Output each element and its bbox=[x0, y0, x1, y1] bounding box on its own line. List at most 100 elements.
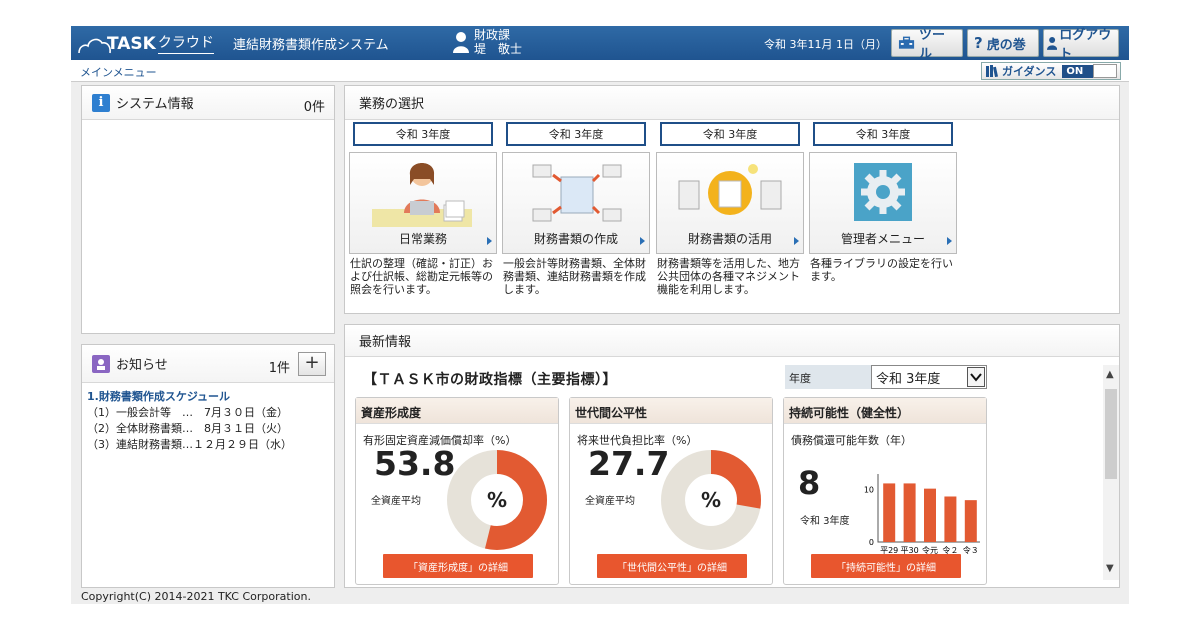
task-label: 財務書類の作成 bbox=[533, 232, 618, 246]
logout-user-icon bbox=[1047, 37, 1058, 50]
guidance-toggle[interactable]: ガイダンス ON bbox=[981, 62, 1121, 80]
user-department: 財政課 bbox=[474, 28, 511, 42]
task-card-admin[interactable]: 管理者メニュー bbox=[809, 152, 957, 254]
tool-button[interactable]: ツール bbox=[891, 28, 963, 62]
task-label: 財務書類の活用 bbox=[687, 232, 772, 246]
task-daily: 令和 3年度 日常業務 仕訳の整理（確認・訂正）および仕訳帳、総勘定元帳等の照会… bbox=[349, 122, 497, 296]
header-date: 令和 3年11月 1日（月） bbox=[764, 38, 887, 51]
logo-kana: クラウド bbox=[157, 33, 214, 54]
card-value-label: 全資産平均 bbox=[371, 496, 421, 507]
notice-title: お知らせ bbox=[116, 358, 168, 373]
question-icon: ? bbox=[974, 34, 983, 52]
task-utilize: 令和 3年度 財務書類の活用 財務書類等を活用した、地方公共団体の各種マネジメン… bbox=[656, 122, 804, 296]
task-card-utilize[interactable]: 財務書類の活用 bbox=[656, 152, 804, 254]
arrow-right-icon bbox=[947, 237, 952, 245]
card-value-label: 令和 3年度 bbox=[800, 516, 850, 527]
guidance-label: ガイダンス bbox=[1002, 65, 1057, 78]
generation-equity-card: 世代間公平性 将来世代負担比率（%） 27.7 全資産平均 % 「世代間公平性」… bbox=[569, 397, 773, 585]
chart-bar bbox=[964, 500, 977, 542]
task-year: 令和 3年度 bbox=[660, 122, 800, 146]
business-title: 業務の選択 bbox=[359, 97, 425, 112]
sustainability-card: 持続可能性（健全性） 債務償還可能年数（年） 8 令和 3年度 0 10 平29 平3… bbox=[783, 397, 987, 585]
info-icon: i bbox=[92, 93, 110, 112]
task-admin: 令和 3年度 管理者メニュー 各種ライブラリの設定を行います。 bbox=[809, 122, 957, 283]
asset-formation-card: 資産形成度 有形固定資産減価償却率（%） 53.8 全資産平均 % 「資産形成度… bbox=[355, 397, 559, 585]
task-year: 令和 3年度 bbox=[353, 122, 493, 146]
generation-detail-button[interactable]: 「世代間公平性」の詳細 bbox=[597, 554, 747, 578]
system-info-panel: i システム情報 0件 bbox=[81, 85, 335, 334]
notice-item-title[interactable]: 1.財務書類作成スケジュール bbox=[87, 389, 329, 405]
business-panel: 業務の選択 令和 3年度 日常業務 仕訳の整理（確認・訂正）および仕訳帳、総勘定… bbox=[344, 85, 1120, 314]
scroll-down-icon[interactable]: ▼ bbox=[1106, 563, 1114, 574]
arrow-right-icon bbox=[794, 237, 799, 245]
guidance-state: ON bbox=[1062, 64, 1094, 78]
gear-icon bbox=[854, 163, 912, 221]
tool-label: ツール bbox=[919, 28, 946, 62]
latest-info-panel: 最新情報 【ＴＡＳＫ市の財政指標（主要指標）】 年度 令和 3年度 ▲ ▼ 資産… bbox=[344, 324, 1120, 588]
card-title: 世代間公平性 bbox=[570, 398, 772, 424]
asset-detail-button[interactable]: 「資産形成度」の詳細 bbox=[383, 554, 533, 578]
toggle-knob bbox=[1093, 64, 1118, 78]
notice-line: （3）連結財務書類…１２月２９日（水） bbox=[87, 438, 292, 451]
logout-button[interactable]: ログアウト bbox=[1043, 28, 1119, 62]
donut-unit: % bbox=[487, 488, 507, 512]
task-label: 管理者メニュー bbox=[840, 232, 925, 246]
logo: TASK クラウド bbox=[77, 32, 214, 54]
year-select-value: 令和 3年度 bbox=[876, 372, 941, 387]
user-icon bbox=[453, 32, 469, 53]
y-tick-label: 0 bbox=[869, 538, 874, 547]
add-notice-button[interactable]: + bbox=[298, 352, 326, 376]
donut-chart: % bbox=[661, 450, 761, 550]
app-window: TASK クラウド 連結財務書類作成システム 財政課 堤 敬士 令和 3年11月… bbox=[71, 26, 1129, 604]
donut-unit: % bbox=[701, 488, 721, 512]
system-title: 連結財務書類作成システム bbox=[233, 38, 389, 53]
task-year: 令和 3年度 bbox=[506, 122, 646, 146]
toolbox-icon bbox=[898, 36, 915, 49]
task-description: 各種ライブラリの設定を行います。 bbox=[810, 257, 953, 283]
task-card-daily[interactable]: 日常業務 bbox=[349, 152, 497, 254]
sustainability-detail-button[interactable]: 「持続可能性」の詳細 bbox=[811, 554, 961, 578]
sub-bar: メインメニュー ガイダンス ON bbox=[71, 60, 1129, 82]
books-icon bbox=[986, 65, 998, 77]
card-value-label: 全資産平均 bbox=[585, 496, 635, 507]
card-value: 53.8 bbox=[374, 444, 456, 483]
task-financial: 令和 3年度 財務書類の作成 一般会計等財務書類、全体財務書類、連結財務書類を作… bbox=[502, 122, 650, 296]
task-year: 令和 3年度 bbox=[813, 122, 953, 146]
latest-title: 最新情報 bbox=[359, 335, 412, 350]
logo-text: TASK bbox=[107, 34, 156, 54]
notice-count: 1件 bbox=[268, 361, 290, 376]
notice-panel: お知らせ 1件 + 1.財務書類作成スケジュール （1）一般会計等 … 7月３０… bbox=[81, 344, 335, 588]
task-description: 仕訳の整理（確認・訂正）および仕訳帳、総勘定元帳等の照会を行います。 bbox=[350, 257, 493, 296]
document-gear-icon bbox=[678, 164, 782, 215]
user-info: 財政課 堤 敬士 bbox=[453, 28, 522, 56]
main-menu-link[interactable]: メインメニュー bbox=[80, 64, 157, 80]
x-tick-label: 令３ bbox=[963, 545, 979, 555]
task-label: 日常業務 bbox=[398, 232, 447, 246]
card-subtitle: 債務償還可能年数（年） bbox=[791, 434, 912, 447]
card-title: 資産形成度 bbox=[356, 398, 558, 424]
task-description: 一般会計等財務書類、全体財務書類、連結財務書類を作成します。 bbox=[503, 257, 646, 296]
notice-line: （2）全体財務書類… 8月３１日（火） bbox=[87, 422, 288, 435]
copyright: Copyright(C) 2014-2021 TKC Corporation. bbox=[81, 590, 311, 603]
task-description: 財務書類等を活用した、地方公共団体の各種マネジメント機能を利用します。 bbox=[657, 257, 800, 296]
scroll-up-icon[interactable]: ▲ bbox=[1106, 369, 1114, 380]
arrow-right-icon bbox=[487, 237, 492, 245]
scroll-thumb[interactable] bbox=[1105, 389, 1117, 479]
user-name: 堤 敬士 bbox=[474, 42, 523, 56]
scrollbar[interactable]: ▲ ▼ bbox=[1103, 365, 1119, 580]
year-label: 年度 bbox=[785, 365, 871, 389]
y-tick-label: 10 bbox=[864, 486, 874, 495]
system-info-count: 0件 bbox=[303, 100, 325, 115]
notice-line: （1）一般会計等 … 7月３０日（金） bbox=[87, 406, 288, 419]
chart-bar bbox=[924, 488, 936, 542]
task-card-financial[interactable]: 財務書類の作成 bbox=[502, 152, 650, 254]
header-bar: TASK クラウド 連結財務書類作成システム 財政課 堤 敬士 令和 3年11月… bbox=[71, 26, 1129, 62]
year-select[interactable]: 令和 3年度 bbox=[871, 365, 987, 389]
chart-bar bbox=[944, 496, 957, 542]
help-label: 虎の巻 bbox=[986, 37, 1026, 53]
chart-bar bbox=[903, 483, 916, 542]
card-value: 27.7 bbox=[588, 444, 670, 483]
notice-icon bbox=[92, 354, 110, 373]
arrow-right-icon bbox=[640, 237, 645, 245]
help-button[interactable]: ? 虎の巻 bbox=[967, 29, 1039, 57]
